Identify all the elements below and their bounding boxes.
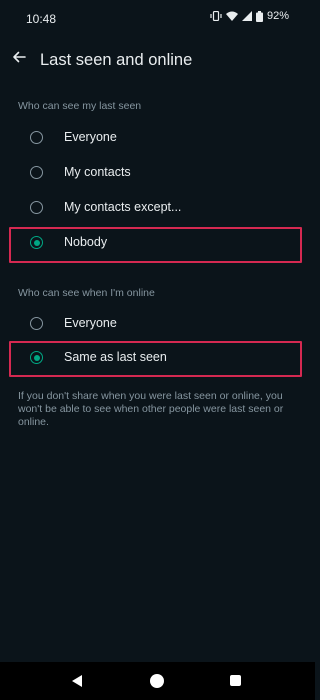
radio-button	[30, 201, 43, 214]
nav-recents-icon[interactable]	[230, 675, 241, 686]
system-nav-bar	[0, 662, 315, 700]
radio-button	[30, 317, 43, 330]
online-option-everyone[interactable]: Everyone	[10, 308, 302, 340]
status-icons: 92%	[210, 10, 289, 22]
option-label: My contacts	[64, 165, 131, 179]
vibrate-icon	[210, 11, 222, 21]
signal-icon	[241, 11, 252, 21]
back-button[interactable]	[8, 48, 30, 70]
wifi-icon	[225, 11, 238, 21]
nav-home-icon[interactable]	[150, 674, 164, 688]
app-header: Last seen and online	[0, 38, 315, 84]
arrow-left-icon	[12, 50, 26, 68]
last-seen-section-header: Who can see my last seen	[18, 100, 142, 112]
page-title: Last seen and online	[40, 51, 193, 69]
status-time: 10:48	[26, 12, 57, 26]
radio-button	[30, 131, 43, 144]
option-label: Same as last seen	[64, 350, 167, 364]
radio-button-selected	[30, 351, 43, 364]
option-label: Nobody	[64, 235, 108, 249]
battery-percent: 92%	[266, 10, 289, 22]
last-seen-option-my-contacts-except[interactable]: My contacts except...	[10, 192, 302, 224]
radio-button	[30, 166, 43, 179]
online-option-same-as-last-seen[interactable]: Same as last seen	[10, 342, 302, 374]
last-seen-option-nobody[interactable]: Nobody	[10, 227, 302, 259]
option-label: My contacts except...	[64, 200, 182, 214]
option-label: Everyone	[64, 316, 117, 330]
nav-back-icon[interactable]	[72, 675, 82, 687]
info-text: If you don't share when you were last se…	[18, 390, 284, 428]
last-seen-option-my-contacts[interactable]: My contacts	[10, 157, 302, 189]
radio-button-selected	[30, 236, 43, 249]
option-label: Everyone	[64, 130, 117, 144]
last-seen-option-everyone[interactable]: Everyone	[10, 122, 302, 154]
status-bar: 10:48 92%	[0, 0, 315, 38]
battery-icon	[255, 10, 263, 22]
online-section-header: Who can see when I'm online	[18, 287, 155, 299]
